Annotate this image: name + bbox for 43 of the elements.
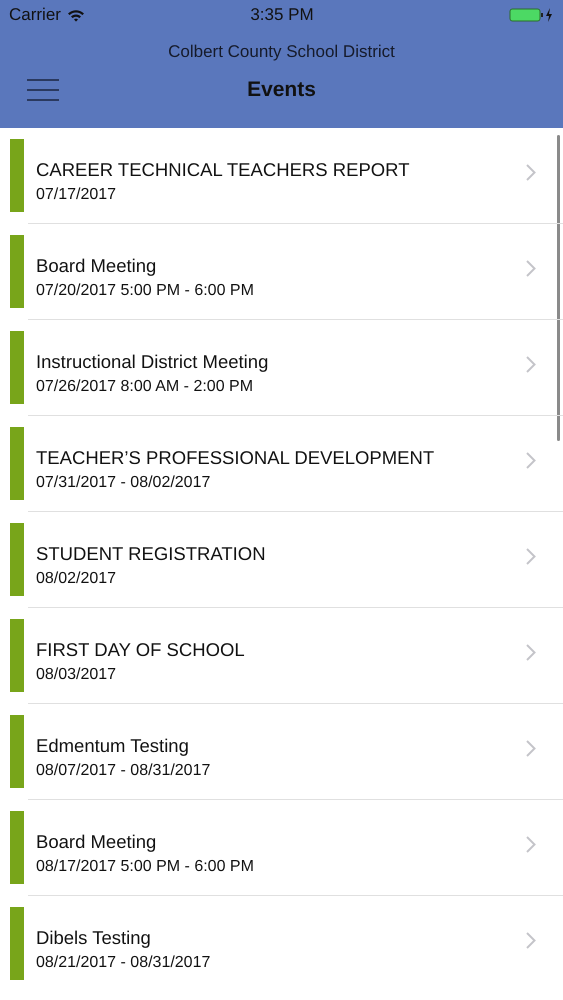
event-row[interactable]: Board Meeting 07/20/2017 5:00 PM - 6:00 PM <box>28 224 563 320</box>
chevron-icon <box>526 932 536 949</box>
event-date: 07/31/2017 - 08/02/2017 <box>36 474 212 492</box>
event-title: Dibels Testing <box>36 927 152 949</box>
event-title: FIRST DAY OF SCHOOL <box>36 639 246 661</box>
district-name: Colbert County School District <box>167 42 396 62</box>
chevron-icon <box>526 260 536 277</box>
page-title: Events <box>247 78 316 102</box>
event-date: 08/07/2017 - 08/31/2017 <box>36 762 212 780</box>
event-date: 07/20/2017 5:00 PM - 6:00 PM <box>36 282 255 300</box>
event-row[interactable]: Dibels Testing 08/21/2017 - 08/31/2017 <box>28 896 563 991</box>
event-title: CAREER TECHNICAL TEACHERS REPORT <box>36 159 411 181</box>
event-row[interactable]: Instructional District Meeting 07/26/2017 8:00 AM - 2:00 PM <box>28 320 563 416</box>
event-title: Edmentum Testing <box>36 735 190 757</box>
event-date: 08/02/2017 <box>36 570 118 588</box>
event-date: 08/21/2017 - 08/31/2017 <box>36 954 212 972</box>
wifi-icon <box>66 8 85 22</box>
chevron-icon <box>526 644 536 661</box>
chevron-icon <box>526 164 536 181</box>
chevron-icon <box>526 740 536 757</box>
status-time: 3:35 PM <box>250 5 314 25</box>
event-title: TEACHER’S PROFESSIONAL DEVELOPMENT <box>36 447 436 469</box>
chevron-icon <box>526 452 536 469</box>
event-row[interactable]: TEACHER’S PROFESSIONAL DEVELOPMENT 07/31/2017 - 08/02/2017 <box>28 416 563 512</box>
event-date: 08/17/2017 5:00 PM - 6:00 PM <box>36 858 255 876</box>
event-row[interactable]: FIRST DAY OF SCHOOL 08/03/2017 <box>28 608 563 704</box>
event-title: Board Meeting <box>36 831 158 853</box>
event-date: 07/26/2017 8:00 AM - 2:00 PM <box>36 378 254 396</box>
battery-icon <box>509 7 555 23</box>
event-title: Instructional District Meeting <box>36 351 270 373</box>
event-date: 08/03/2017 <box>36 666 118 684</box>
event-date: 07/17/2017 <box>36 186 118 204</box>
chevron-icon <box>526 356 536 373</box>
event-title: Board Meeting <box>36 255 158 277</box>
event-row[interactable]: CAREER TECHNICAL TEACHERS REPORT 07/17/2017 <box>28 128 563 224</box>
carrier-label: Carrier <box>9 5 61 25</box>
event-title: STUDENT REGISTRATION <box>36 543 267 565</box>
event-row[interactable]: Board Meeting 08/17/2017 5:00 PM - 6:00 PM <box>28 800 563 896</box>
event-row[interactable]: STUDENT REGISTRATION 08/02/2017 <box>28 512 563 608</box>
event-row[interactable]: Edmentum Testing 08/07/2017 - 08/31/2017 <box>28 704 563 800</box>
chevron-icon <box>526 836 536 853</box>
menu-icon[interactable] <box>27 79 59 101</box>
chevron-icon <box>526 548 536 565</box>
